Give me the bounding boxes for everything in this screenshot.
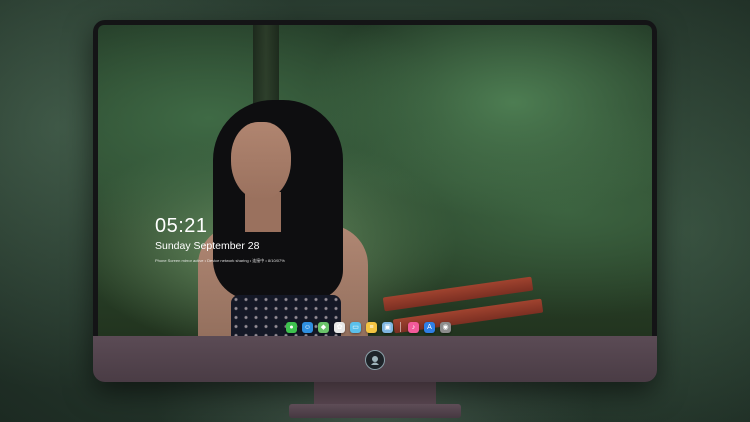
monitor: 05:21 Sunday September 28 Phone Screen m… <box>93 20 657 382</box>
folder-icon[interactable]: ▭ <box>350 321 361 333</box>
status-notice: Phone Screen mirror active • Device netw… <box>155 258 285 263</box>
lock-screen: 05:21 Sunday September 28 Phone Screen m… <box>98 25 652 336</box>
monitor-stand <box>314 382 436 406</box>
photos-icon[interactable]: ✿ <box>334 321 345 333</box>
monitor-base <box>289 404 461 418</box>
notes-icon[interactable]: ≡ <box>366 321 377 333</box>
messages-icon[interactable]: ● <box>286 321 297 333</box>
dock: ● ☺ ◆ ✿ ▭ ≡ ▣ ♪ A ◉ <box>286 320 451 334</box>
clock-time: 05:21 <box>155 215 208 237</box>
maps-icon[interactable]: ◆ <box>318 321 329 333</box>
preview-icon[interactable]: ▣ <box>382 321 393 333</box>
dock-separator <box>400 322 401 332</box>
monitor-chin <box>93 336 657 382</box>
brand-logo-icon <box>365 350 385 370</box>
music-icon[interactable]: ♪ <box>408 321 419 333</box>
finder-icon[interactable]: ☺ <box>302 321 313 333</box>
wallpaper-person <box>193 100 393 336</box>
app-store-icon[interactable]: A <box>424 321 435 333</box>
camera-icon[interactable]: ◉ <box>440 321 451 333</box>
clock-date: Sunday September 28 <box>155 240 260 252</box>
